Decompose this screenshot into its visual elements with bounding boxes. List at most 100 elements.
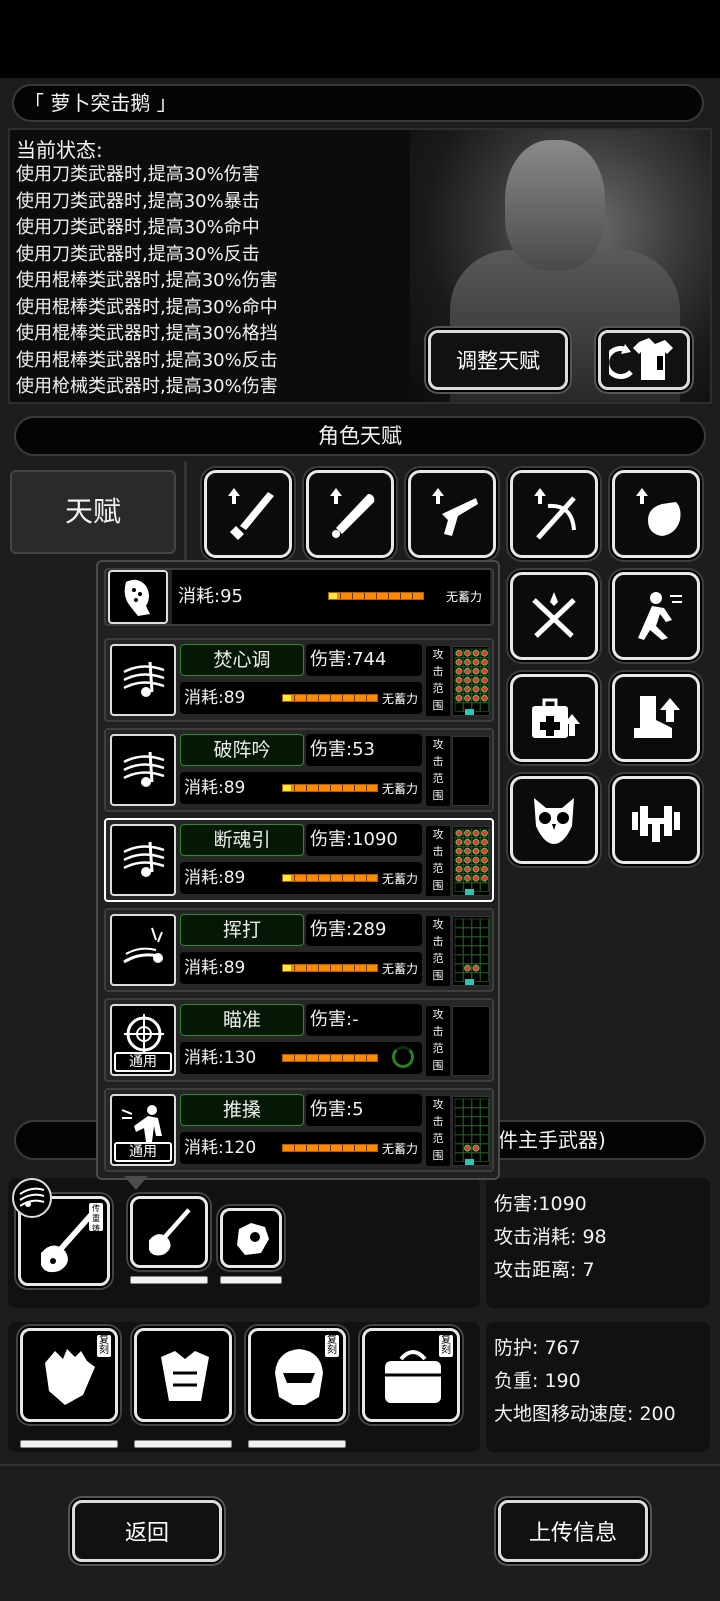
- weapon-stats: 伤害:1090 攻击消耗: 98 攻击距离: 7: [486, 1178, 710, 1308]
- skill-icon-frame: 通用: [110, 1094, 176, 1166]
- status-lines: 使用刀类武器时,提高30%伤害 使用刀类武器时,提高30%暴击 使用刀类武器时,…: [16, 162, 278, 401]
- gloves-slot[interactable]: 复刻: [20, 1328, 118, 1422]
- weapon-damage: 伤害:1090: [494, 1193, 587, 1215]
- accessory-slot[interactable]: [220, 1208, 282, 1268]
- running-man-icon[interactable]: [612, 572, 700, 660]
- range-label-char: 围: [432, 1059, 444, 1072]
- character-name: 「 萝卜突击鹅 」: [24, 91, 177, 115]
- bag-slot[interactable]: 复刻: [362, 1328, 460, 1422]
- attack-range-grid: [452, 916, 490, 986]
- skill-icon-frame: [110, 734, 176, 806]
- fist-up-icon[interactable]: [612, 470, 700, 558]
- status-title: 当前状态:: [16, 138, 103, 162]
- skill-row[interactable]: 消耗:95 无蓄力: [104, 568, 494, 626]
- skill-damage: 伤害:53: [306, 734, 422, 766]
- skill-name: 瞄准: [180, 1004, 304, 1036]
- map-move-speed: 大地图移动速度: 200: [494, 1403, 676, 1425]
- charge-bar: [282, 1144, 378, 1152]
- attack-range-grid: [452, 826, 490, 896]
- general-badge: 通用: [114, 1142, 172, 1162]
- helmet-slot[interactable]: 复刻: [248, 1328, 346, 1422]
- general-badge: 通用: [114, 1052, 172, 1072]
- charge-bar: [282, 874, 378, 882]
- crossed-swords-icon[interactable]: [510, 572, 598, 660]
- weapon-attack-cost: 攻击消耗: 98: [494, 1226, 607, 1248]
- range-label-char: 围: [432, 879, 444, 892]
- skill-name: 挥打: [180, 914, 304, 946]
- skill-row[interactable]: 焚心调 伤害:744 消耗:89 无蓄力攻击范围: [104, 638, 494, 722]
- offhand-weapon-slot[interactable]: [130, 1196, 208, 1268]
- boot-print-icon: [108, 570, 168, 624]
- status-line: 使用刀类武器时,提高30%伤害: [16, 164, 260, 185]
- skill-row[interactable]: 破阵吟 伤害:53 消耗:89 无蓄力攻击范围: [104, 728, 494, 812]
- armor-icon: [161, 1351, 209, 1401]
- skill-icon-frame: [110, 644, 176, 716]
- status-line: 使用棍棒类武器时,提高30%命中: [16, 296, 278, 318]
- medkit-up-icon[interactable]: [510, 674, 598, 762]
- durability-bar: [130, 1276, 208, 1284]
- attack-range-label: 攻击范围: [426, 1006, 450, 1076]
- attack-range-grid: [452, 646, 490, 716]
- adjust-talent-button[interactable]: 调整天赋: [428, 330, 568, 390]
- owl-icon[interactable]: [510, 776, 598, 864]
- copy-tag: 复刻: [439, 1335, 453, 1357]
- gun-up-icon[interactable]: [408, 470, 496, 558]
- popup-pointer: [124, 1176, 148, 1190]
- upload-info-button[interactable]: 上传信息: [498, 1500, 648, 1562]
- copy-tag: 复刻: [97, 1335, 111, 1357]
- range-label-char: 攻: [432, 648, 444, 661]
- armor-slot[interactable]: [134, 1328, 232, 1422]
- bat-up-icon[interactable]: [306, 470, 394, 558]
- range-label-char: 范: [432, 682, 444, 695]
- range-label-char: 攻: [432, 1098, 444, 1111]
- charge-bar: [328, 592, 424, 600]
- skill-row[interactable]: 挥打 伤害:289 消耗:89 无蓄力攻击范围: [104, 908, 494, 992]
- range-label-char: 范: [432, 862, 444, 875]
- durability-bar: [134, 1440, 232, 1448]
- outfit-swap-icon: [609, 338, 673, 380]
- range-label-char: 范: [432, 1042, 444, 1055]
- dumbbell-icon[interactable]: [612, 776, 700, 864]
- status-line: 使用枪械类武器时,提高30%伤害: [16, 376, 278, 397]
- status-line: 使用棍棒类武器时,提高30%伤害: [16, 270, 278, 291]
- tab-talent[interactable]: 天赋: [10, 470, 176, 554]
- range-label-char: 攻: [432, 918, 444, 931]
- skill-name: 破阵吟: [180, 734, 304, 766]
- change-outfit-button[interactable]: [598, 330, 690, 390]
- status-line: 使用刀类武器时,提高30%暴击: [16, 190, 260, 212]
- helmet-icon: [275, 1349, 323, 1405]
- durability-bar: [20, 1440, 118, 1448]
- attack-range-grid: [452, 1006, 490, 1076]
- swing-icon: [123, 927, 163, 964]
- copy-tag: 复刻: [325, 1335, 339, 1357]
- skill-name: 断魂引: [180, 824, 304, 856]
- sword-up-icon[interactable]: [204, 470, 292, 558]
- weapon-slots: 传重铸: [8, 1178, 480, 1308]
- music-icon: [123, 751, 165, 787]
- charge-bar: [282, 694, 378, 702]
- skill-row[interactable]: 通用 瞄准 伤害:- 消耗:130 攻击范围: [104, 998, 494, 1082]
- back-button[interactable]: 返回: [72, 1500, 222, 1562]
- range-label-char: 范: [432, 952, 444, 965]
- crossbow-up-icon[interactable]: [510, 470, 598, 558]
- attack-range-label: 攻击范围: [426, 1096, 450, 1166]
- status-line: 使用棍棒类武器时,提高30%反击: [16, 349, 278, 371]
- skill-cost: 消耗:89: [184, 868, 246, 888]
- armor-stats: 防护: 767 负重: 190 大地图移动速度: 200: [486, 1322, 710, 1452]
- equipment-bar-title: 件主手武器): [498, 1128, 606, 1152]
- skill-row[interactable]: 通用 推搡 伤害:5 消耗:120 无蓄力攻击范围: [104, 1088, 494, 1172]
- skill-damage: 伤害:1090: [306, 824, 422, 856]
- charge-bar: [282, 784, 378, 792]
- armor-slots: 复刻 复刻 复刻: [8, 1322, 480, 1452]
- range-label-char: 击: [432, 1115, 444, 1128]
- skill-row[interactable]: 断魂引 伤害:1090 消耗:89 无蓄力攻击范围: [104, 818, 494, 902]
- durability-bar: [220, 1276, 282, 1284]
- boot-up-icon[interactable]: [612, 674, 700, 762]
- skill-icon-frame: 通用: [110, 1004, 176, 1076]
- range-label-char: 击: [432, 665, 444, 678]
- armor-weight: 负重: 190: [494, 1370, 581, 1392]
- music-icon: [123, 841, 165, 877]
- skill-name: 推搡: [180, 1094, 304, 1126]
- character-name-bar: 「 萝卜突击鹅 」: [12, 84, 704, 122]
- music-icon: [12, 1178, 52, 1218]
